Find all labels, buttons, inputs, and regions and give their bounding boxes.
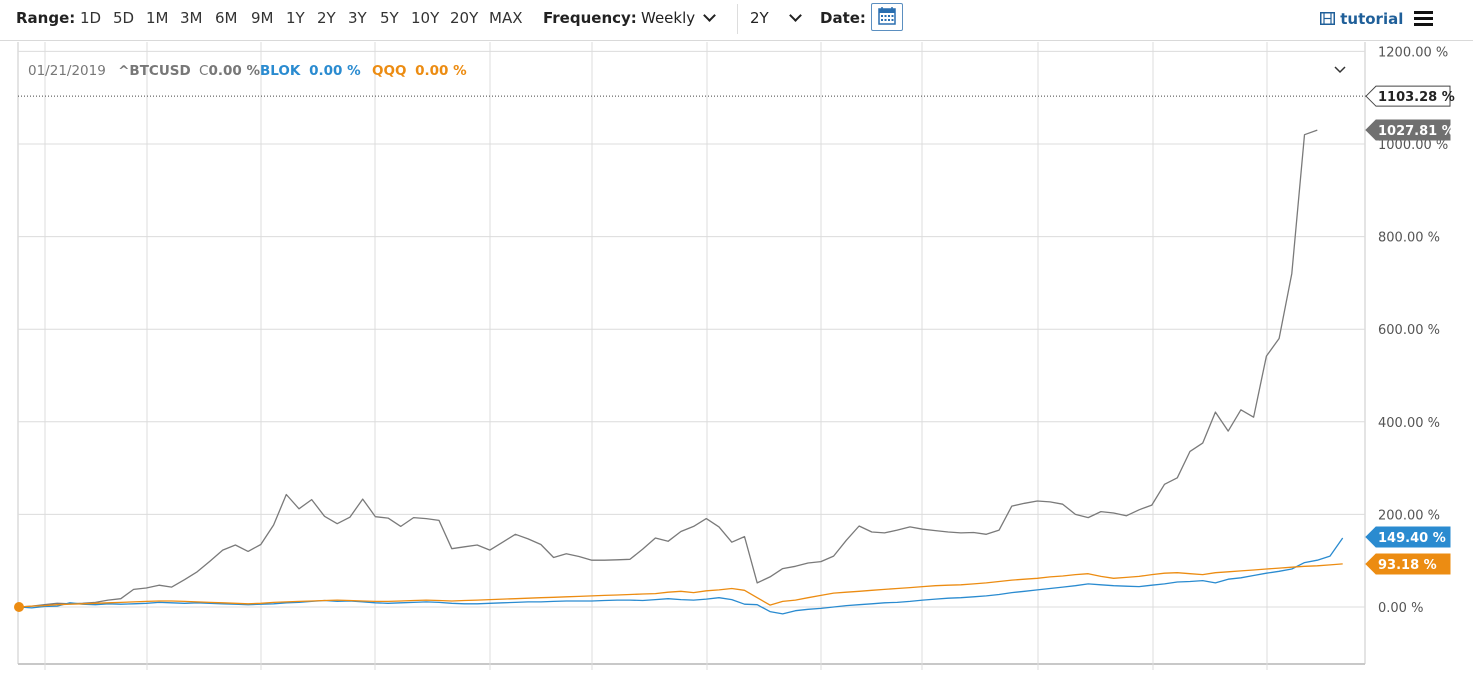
chevron-down-icon [703, 9, 717, 22]
chevron-down-icon [788, 9, 802, 22]
range-9m-button[interactable]: 9M [251, 8, 274, 28]
legend-qqq-symbol: QQQ [372, 63, 406, 79]
blok-last-value-tag-text: 149.40 % [1378, 531, 1446, 546]
chart-toolbar: Range: 1D 5D 1M 3M 6M 9M 1Y 2Y 3Y 5Y 10Y… [0, 0, 1473, 41]
y-tick-label: 400.00 % [1378, 416, 1440, 431]
range-5y-button[interactable]: 5Y [380, 8, 399, 28]
tutorial-label: tutorial [1340, 10, 1404, 28]
legend-btc-value: 0.00 % [208, 63, 260, 79]
legend-date: 01/21/2019 [28, 63, 106, 79]
series-line-btc [18, 129, 1318, 608]
period-value: 2Y [750, 9, 769, 27]
chart-grid [17, 42, 1366, 670]
legend-blok-symbol: BLOK [260, 63, 301, 79]
frequency-value: Weekly [641, 9, 696, 27]
range-2y-button[interactable]: 2Y [317, 8, 336, 28]
date-picker-button[interactable] [871, 3, 903, 31]
range-1y-button[interactable]: 1Y [286, 8, 305, 28]
range-3m-button[interactable]: 3M [180, 8, 203, 28]
crosshair-value-tag: 1103.28 % [1365, 85, 1455, 107]
legend-btc-prefix: C [199, 63, 208, 79]
series-start-marker [14, 602, 24, 612]
range-20y-button[interactable]: 20Y [450, 8, 478, 28]
hamburger-menu-icon[interactable] [1414, 10, 1434, 28]
line-chart[interactable]: 1200.00 %1000.00 %800.00 %600.00 %400.00… [0, 40, 1473, 677]
film-icon [1320, 12, 1335, 25]
period-select[interactable]: 2Y [750, 8, 802, 28]
range-label: Range: [16, 9, 76, 27]
tutorial-link[interactable]: tutorial [1320, 10, 1403, 28]
frequency-label: Frequency: [543, 9, 637, 27]
y-tick-label: 600.00 % [1378, 323, 1440, 338]
calendar-icon [878, 7, 896, 25]
frequency-select[interactable]: Weekly [641, 8, 717, 28]
range-max-button[interactable]: MAX [489, 8, 522, 28]
chart-legend: 01/21/2019 ^BTCUSD C0.00 % BLOK 0.00 % Q… [28, 63, 1346, 79]
qqq-last-value-tag: 93.18 % [1365, 553, 1451, 575]
legend-collapse-chevron-icon[interactable] [1334, 66, 1346, 74]
svg-text:QQQ 0.00 %: QQQ 0.00 % [372, 63, 467, 79]
y-tick-label: 200.00 % [1378, 508, 1440, 523]
chart-series [14, 129, 1344, 615]
svg-text:01/21/2019 ^BTCUSD: 01/21/2019 ^BTCUSD C0.00 % [28, 63, 260, 79]
range-6m-button[interactable]: 6M [215, 8, 238, 28]
svg-text:BLOK 0.00 %: BLOK 0.00 % [260, 63, 361, 79]
range-1m-button[interactable]: 1M [146, 8, 169, 28]
y-tick-label: 0.00 % [1378, 601, 1423, 616]
range-3y-button[interactable]: 3Y [348, 8, 367, 28]
btc-last-value-tag: 1027.81 % [1365, 119, 1455, 141]
range-5d-button[interactable]: 5D [113, 8, 134, 28]
range-10y-button[interactable]: 10Y [411, 8, 439, 28]
btc-last-value-tag-text: 1027.81 % [1378, 124, 1455, 139]
y-tick-label: 1200.00 % [1378, 45, 1448, 60]
blok-last-value-tag: 149.40 % [1365, 526, 1451, 548]
legend-btc-symbol: ^BTCUSD [118, 63, 191, 79]
toolbar-divider [737, 4, 738, 34]
crosshair-value-tag-text: 1103.28 % [1378, 90, 1455, 105]
range-1d-button[interactable]: 1D [80, 8, 101, 28]
legend-qqq-value: 0.00 % [415, 63, 467, 79]
date-label: Date: [820, 9, 866, 27]
y-tick-label: 800.00 % [1378, 231, 1440, 246]
qqq-last-value-tag-text: 93.18 % [1378, 558, 1437, 573]
legend-blok-value: 0.00 % [309, 63, 361, 79]
